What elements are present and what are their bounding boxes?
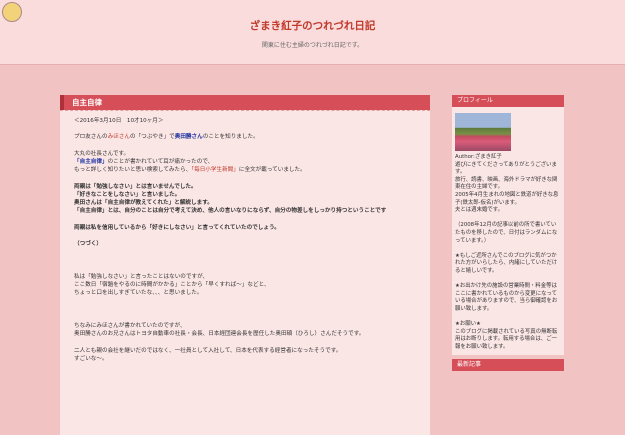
profile-line: ★お願い★ [455,321,481,328]
post-line: 「自主自律」とは、自分のことは自分で考えて決め、他人の言いなりにならず、自分の物… [74,207,418,215]
post-lines: プロ友さんのみほさんの「つぶやき」で奥田勝さんのことを知りました。 大丸の社長さん… [74,133,418,363]
post-line: 両親は「勉強しなさい」とは言いませんでした。 [74,183,418,191]
post-link[interactable]: 「自主自律」 [74,159,108,165]
post-line [74,248,418,256]
post-line [74,215,418,223]
post-line: 「好きなことをしなさい」と言いました。 [74,191,418,199]
profile-line: ★お出かけ先の施設の営業時間・料金等はここに書かれているものから変更になっている… [455,283,558,312]
profile-line [455,276,561,284]
post-text: に全文が載っていました。 [238,167,306,174]
post-text: もっと詳しく知りたいと思い検索してみたら、 [74,167,192,174]
profile-heading: プロフィール [452,95,564,107]
profile-line: 旅行、読書、映画、海外ドラマが好きな関東在住の主婦です。 [455,176,558,191]
post-text: 二人とも親の会社を継いだのではなく、一社員として入社して、日本を代表する経営者に… [74,347,342,354]
post-text: ここ数日「宿題をやるのに時間がかかる」ことから「早くすれば〜」などと、 [74,281,270,288]
post-text: （つづく） [74,240,102,247]
post-line: ちなみにみほさんが書かれていたのですが、 [74,322,418,330]
profile-photo [455,113,511,151]
post-line [74,314,418,322]
post-line: プロ友さんのみほさんの「つぶやき」で奥田勝さんのことを知りました。 [74,133,418,141]
profile-line [455,313,561,321]
post-line: 大丸の社長さんです。 [74,150,418,158]
profile-line [455,245,561,253]
post-link[interactable]: みほさん [108,134,130,140]
post-text: すごいな〜。 [74,355,108,362]
site-description: 関東に住む主婦のつれづれ日記です。 [261,42,364,49]
post-line [74,174,418,182]
post-line [74,306,418,314]
profile-line: 遊びにきてくださってありがとうございます。 [455,161,557,176]
profile-line: 夫とは週末婚です。 [455,207,503,214]
profile-text: Author:ざまき紅子 遊びにきてくださってありがとうございます。 旅行、読書、映… [455,154,561,351]
profile-line: このブログに掲載されている写真の無断転用はお断りします。転用する場合は、ご一報を… [455,328,558,350]
post-spacer [74,125,418,133]
post-date: ＜2016年3月10日 10才10ヶ月＞ [74,118,164,124]
post-line: もっと詳しく知りたいと思い検索してみたら、「毎日小学生新聞」に全文が載っていまし… [74,166,418,174]
post-text: ちなみにみほさんが書かれていたのですが、 [74,322,186,329]
post-line [74,265,418,273]
post-text: 両親は「勉強しなさい」とは言いませんでした。 [74,183,197,190]
post-body: ＜2016年3月10日 10才10ヶ月＞ プロ友さんのみほさんの「つぶやき」で奥… [60,111,430,363]
post-line: 私は「勉強しなさい」と言ったことはないのですが、 [74,273,418,281]
post-line [74,142,418,150]
post-text: のことを知りました。 [202,134,259,141]
profile-line: Author:ざまき紅子 [455,154,502,160]
post-text: の「つぶやき」で [129,134,175,141]
post-line: ここ数日「宿題をやるのに時間がかかる」ことから「早くすれば〜」などと、 [74,281,418,289]
post-text: ちょっと口を出しすぎていたな、、、と思いました。 [74,290,203,297]
post-link[interactable]: 「毎日小学生新聞」 [191,167,239,173]
post-line [74,256,418,264]
recent-posts-heading: 最新記事 [452,359,564,372]
post-line [74,338,418,346]
main-content: 自主自律 ＜2016年3月10日 10才10ヶ月＞ プロ友さんのみほさんの「つぶ… [60,95,430,435]
post-line: （つづく） [74,240,418,248]
post-text: 「自主自律」とは、自分のことは自分で考えて決め、他人の言いなりにならず、自分の物… [74,208,387,215]
post-text: プロ友さんの [74,134,108,141]
post-title[interactable]: 自主自律 [60,95,430,110]
post-line: ちょっと口を出しすぎていたな、、、と思いました。 [74,289,418,297]
post-line: すごいな〜。 [74,355,418,363]
sidebar: プロフィール Author:ざまき紅子 遊びにきてくださってありがとうございます。… [452,95,564,435]
post-line: 奥田勝さんのお兄さんはトヨタ自動車の社長・会長、日本経団連会長を歴任した奥田碩（… [74,330,418,338]
site-header: ざまき紅子のつれづれ日記 関東に住む主婦のつれづれ日記です。 [0,0,625,65]
post-link[interactable]: 奥田勝さん [175,134,203,140]
profile-line: （2008年12月の記事以前の所で書いていたものを移したので、日付はランダムにな… [455,222,558,244]
site-title[interactable]: ざまき紅子のつれづれ日記 [0,18,625,33]
post-text: 奥田勝さんのお兄さんはトヨタ自動車の社長・会長、日本経団連会長を歴任した奥田碩（… [74,331,365,338]
post-text: 私は「勉強しなさい」と言ったことはないのですが、 [74,273,209,280]
post-line: 両親は私を信用しているから「好きにしなさい」と言ってくれていたのでしょう。 [74,224,418,232]
post-line [74,232,418,240]
post-text: 両親は私を信用しているから「好きにしなさい」と言ってくれていたのでしょう。 [74,224,280,231]
post-text: 「好きなことをしなさい」と言いました。 [74,191,181,198]
profile-box: Author:ざまき紅子 遊びにきてくださってありがとうございます。 旅行、読書、映… [452,107,564,356]
post-text: 大丸の社長さんです。 [74,150,130,157]
profile-line: 2005年4月生まれの地図と鉄道が好きな息子(鉄太郎-仮名)がいます。 [455,191,559,206]
profile-line: ★もしご近所さんでこのブログに気がつかれた方がいらしたら、内緒にしていただけると… [455,252,558,274]
post-line [74,297,418,305]
post-text: 奥田さんは「自主自律が教えてくれた」と解説します。 [74,199,213,206]
post-text: のことが書かれていて耳が痛かったので、 [107,158,214,165]
post-line: 「自主自律」のことが書かれていて耳が痛かったので、 [74,158,418,166]
post-line: 奥田さんは「自主自律が教えてくれた」と解説します。 [74,199,418,207]
post-line: 二人とも親の会社を継いだのではなく、一社員として入社して、日本を代表する経営者に… [74,347,418,355]
